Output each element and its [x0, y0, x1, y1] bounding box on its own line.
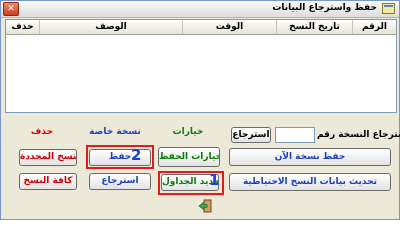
delete-all-button[interactable]: كافة النسخ [19, 173, 77, 190]
save-options-button[interactable]: خيارات الحفظ [158, 147, 220, 167]
backup-window: ✕ حفظ واسترجاع البيانات حذف الوصف الوقت … [0, 0, 400, 220]
title-bar: ✕ حفظ واسترجاع البيانات [1, 1, 399, 18]
column-header-number[interactable]: الرقم [352, 20, 396, 34]
restore-special-button[interactable]: استرجاع [89, 173, 151, 190]
restore-copy-number-input[interactable] [275, 127, 315, 143]
app-icon [382, 3, 395, 14]
options-section-label: خيارات [172, 127, 204, 137]
column-header-date[interactable]: تاريخ النسخ [276, 20, 352, 34]
highlight-marker-2 [86, 145, 154, 169]
delete-section-label: حذف [30, 127, 54, 137]
marker-number-1: 1 [209, 171, 220, 189]
table-header: حذف الوصف الوقت تاريخ النسخ الرقم [6, 20, 396, 35]
restore-copy-number-label: استرجاع النسخة رقم [317, 130, 400, 140]
window-title: حفظ واسترجاع البيانات [272, 3, 377, 13]
restore-by-number-button[interactable]: استرجاع [231, 127, 271, 143]
delete-selected-button[interactable]: النسخ المحددة [19, 149, 77, 166]
update-backup-data-button[interactable]: تحديث بيانات النسخ الاحتياطية [229, 173, 391, 191]
column-header-time[interactable]: الوقت [182, 20, 276, 34]
column-header-description[interactable]: الوصف [39, 20, 182, 34]
column-header-delete[interactable]: حذف [6, 20, 39, 34]
exit-icon[interactable] [198, 199, 212, 213]
backups-table[interactable]: حذف الوصف الوقت تاريخ النسخ الرقم [5, 19, 397, 113]
special-copy-section-label: نسخة خاصة [89, 127, 141, 137]
marker-number-2: 2 [131, 146, 142, 164]
save-copy-now-button[interactable]: حفظ نسخة الآن [229, 148, 391, 166]
close-button[interactable]: ✕ [3, 2, 19, 16]
